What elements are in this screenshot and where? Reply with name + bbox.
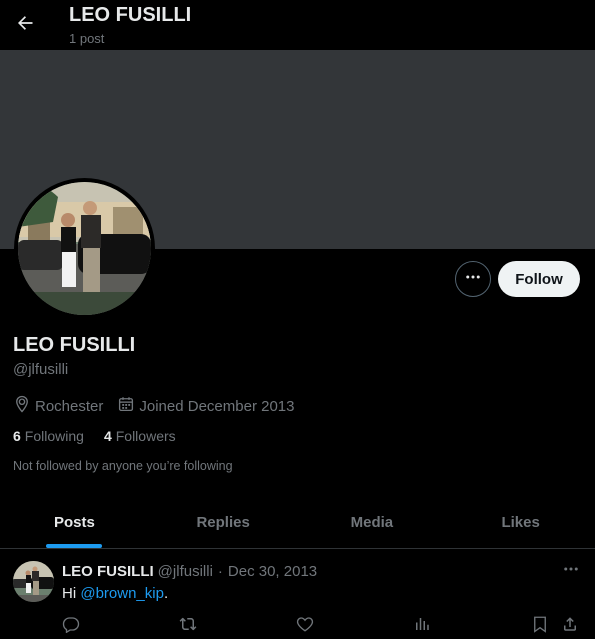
profile-meta: Rochester Joined December 2013: [13, 395, 308, 417]
repost-button[interactable]: [178, 616, 198, 636]
profile-avatar[interactable]: [14, 178, 155, 319]
followers-count: 4: [103, 428, 112, 444]
reply-button[interactable]: [61, 616, 81, 636]
followers-link[interactable]: 4 Followers: [104, 428, 176, 444]
post-header: LEO FUSILLI @jlfusilli · Dec 30, 2013: [62, 563, 317, 580]
joined-text: Joined December 2013: [139, 397, 295, 415]
followers-label: Followers: [115, 428, 176, 444]
following-link[interactable]: 6 Following: [13, 428, 84, 444]
profile-handle: @jlfusilli: [13, 361, 69, 378]
post-date[interactable]: Dec 30, 2013: [228, 563, 317, 580]
views-button[interactable]: [412, 616, 432, 636]
tab-likes[interactable]: Likes: [446, 497, 595, 548]
post-count: 1 post: [69, 31, 105, 46]
arrow-left-icon: [15, 13, 35, 38]
following-label: Following: [24, 428, 84, 444]
tab-media[interactable]: Media: [298, 497, 447, 548]
location-item: Rochester: [13, 395, 103, 417]
page-title: LEO FUSILLI: [69, 4, 192, 26]
like-button[interactable]: [295, 616, 315, 636]
profile-tabs: Posts Replies Media Likes: [0, 497, 595, 549]
post-text-suffix: .: [163, 585, 169, 602]
top-bar: LEO FUSILLI 1 post: [0, 0, 595, 50]
post-actions: [0, 616, 595, 636]
post-mention-link[interactable]: @brown_kip: [80, 585, 164, 602]
active-tab-indicator: [46, 544, 103, 548]
share-button[interactable]: [560, 616, 580, 636]
post-more-button[interactable]: [560, 562, 582, 580]
reply-icon: [62, 615, 80, 638]
follow-stats: 6 Following 4 Followers: [13, 428, 196, 444]
profile-more-button[interactable]: [455, 261, 491, 297]
heart-icon: [296, 615, 314, 638]
back-button[interactable]: [9, 9, 41, 41]
tab-posts[interactable]: Posts: [0, 497, 149, 548]
following-count: 6: [13, 428, 21, 444]
post-author-name[interactable]: LEO FUSILLI: [62, 563, 154, 580]
bar-chart-icon: [413, 615, 431, 638]
profile-page: LEO FUSILLI 1 post Follow LEO FUSILLI @j…: [0, 0, 595, 639]
tab-label: Media: [350, 514, 394, 531]
location-text: Rochester: [35, 397, 104, 415]
avatar-photo: [18, 182, 151, 315]
more-horizontal-icon: [562, 560, 580, 583]
share-icon: [561, 615, 579, 638]
post-author-handle[interactable]: @jlfusilli: [158, 563, 213, 580]
calendar-icon: [117, 395, 139, 417]
tab-label: Likes: [501, 514, 540, 531]
joined-item: Joined December 2013: [117, 395, 294, 417]
more-horizontal-icon: [464, 268, 482, 291]
not-followed-note: Not followed by anyone you’re following: [13, 459, 233, 473]
bookmark-icon: [531, 615, 549, 638]
follow-button[interactable]: Follow: [498, 261, 580, 297]
post-avatar-photo: [13, 561, 54, 602]
tab-label: Replies: [196, 514, 250, 531]
post-text: Hi @brown_kip.: [62, 585, 168, 602]
post-avatar[interactable]: [13, 561, 54, 602]
tab-label: Posts: [53, 514, 95, 531]
post-separator: ·: [217, 563, 223, 580]
bookmark-button[interactable]: [530, 616, 550, 636]
repost-icon: [179, 615, 197, 638]
profile-name: LEO FUSILLI: [13, 334, 136, 356]
tab-replies[interactable]: Replies: [149, 497, 298, 548]
location-pin-icon: [13, 395, 35, 417]
post-text-prefix: Hi: [62, 585, 81, 602]
